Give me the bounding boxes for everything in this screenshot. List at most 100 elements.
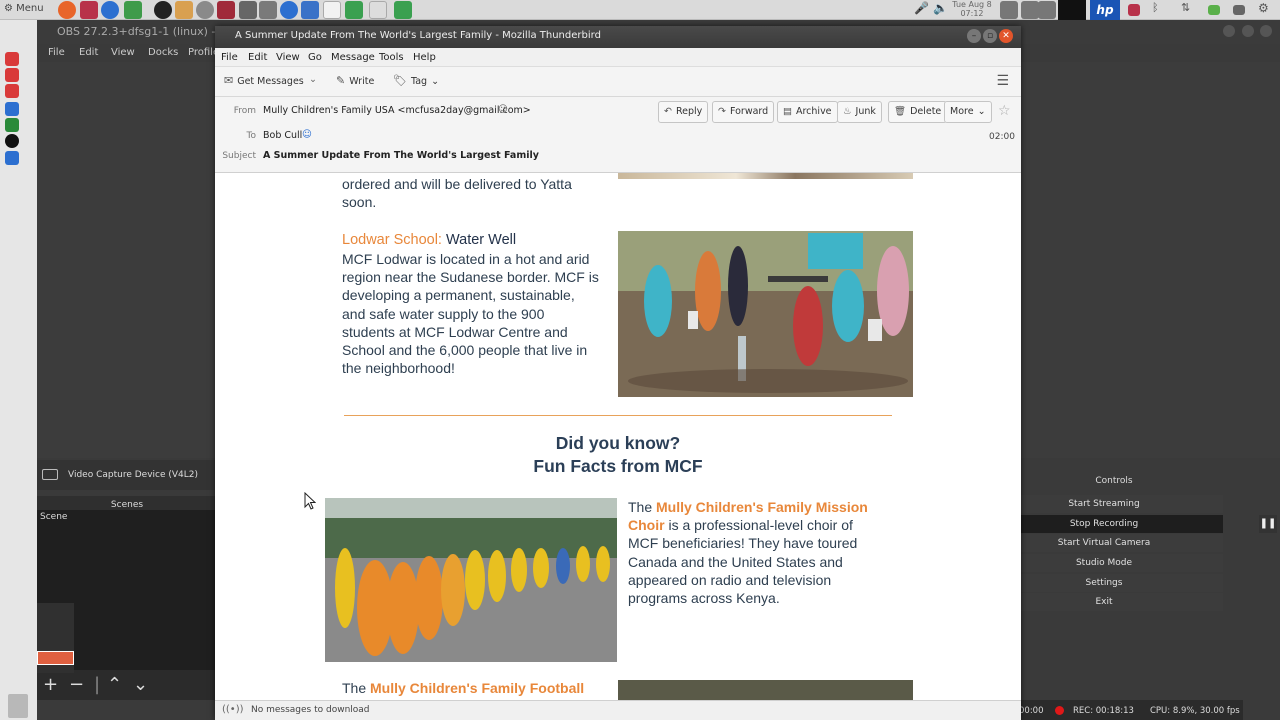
more-button[interactable]: More ⌄ (944, 101, 992, 123)
thunderbird-menubar: File Edit View Go Message Tools Help (215, 48, 1021, 67)
spreadsheet-launcher-icon[interactable] (345, 1, 363, 19)
text-editor-launcher-icon[interactable] (323, 1, 341, 19)
dock-app-icon[interactable] (5, 52, 19, 66)
tray-icon[interactable] (1000, 1, 1018, 19)
settings-gear-icon[interactable]: ⚙ (1258, 1, 1276, 19)
forward-button[interactable]: ↷ Forward (712, 101, 775, 123)
menu-message[interactable]: Message (331, 52, 375, 63)
forward-icon: ↷ (718, 106, 726, 117)
move-up-button[interactable]: ⌃ (107, 674, 122, 695)
document-launcher-icon[interactable] (301, 1, 319, 19)
firefox-launcher-icon[interactable] (58, 1, 76, 19)
thunderbird-launcher-icon[interactable] (101, 1, 119, 19)
obs-launcher-icon[interactable] (154, 1, 172, 19)
pause-recording-button[interactable]: ❚❚ (1259, 515, 1277, 533)
menu-view[interactable]: View (276, 52, 300, 63)
dock-app-icon[interactable] (5, 102, 19, 116)
junk-button[interactable]: ♨ Junk (837, 101, 882, 123)
camera-icon (42, 469, 58, 480)
microphone-icon[interactable]: 🎤 (914, 1, 932, 19)
live-timer: 00:00 (1019, 706, 1044, 716)
app-launcher-icon[interactable] (80, 1, 98, 19)
dock-app-icon[interactable] (5, 68, 19, 82)
maximize-icon[interactable]: ▫ (983, 29, 997, 43)
system-clock[interactable]: Tue Aug 8 07:12 (952, 0, 992, 18)
contact-icon[interactable]: ☺ (498, 104, 508, 115)
obs-menu-file[interactable]: File (48, 47, 65, 58)
archive-button[interactable]: ▤ Archive (777, 101, 838, 123)
move-down-button[interactable]: ⌄ (133, 674, 148, 695)
chevron-down-icon: ⌄ (977, 106, 986, 117)
thunderbird-title-bar: A Summer Update From The World's Largest… (215, 26, 1021, 48)
app-launcher-icon[interactable] (217, 1, 235, 19)
maximize-icon[interactable] (1241, 25, 1254, 37)
menu-go[interactable]: Go (308, 52, 322, 63)
dock-obs-icon[interactable] (5, 134, 19, 148)
dock-thunderbird-icon[interactable] (5, 151, 19, 165)
recording-dot-icon (1055, 706, 1064, 715)
section-divider (344, 415, 892, 416)
get-messages-dropdown[interactable]: ⌄ (309, 74, 317, 85)
from-value[interactable]: Mully Children's Family USA <mcfusa2day@… (263, 105, 531, 116)
from-label: From (233, 106, 256, 116)
app-launcher-icon[interactable] (196, 1, 214, 19)
cpu-usage: CPU: 8.9%, 30.00 fps (1150, 706, 1240, 716)
display-icon[interactable] (1233, 5, 1245, 15)
contact-icon[interactable]: ☺ (302, 129, 312, 140)
obs-tray-icon[interactable] (1058, 0, 1086, 20)
did-you-know-heading: Did you know? Fun Facts from MCF (533, 433, 703, 476)
minimize-icon[interactable] (1223, 25, 1235, 37)
write-button[interactable]: ✎ Write (336, 74, 374, 87)
help-launcher-icon[interactable] (280, 1, 298, 19)
system-top-panel: ⚙ Menu 🎤 🔈 Tue Aug 8 07:12 hp ᛒ ⇅ ⚙ (0, 0, 1280, 20)
printer-launcher-icon[interactable] (369, 1, 387, 19)
menu-tools[interactable]: Tools (379, 52, 404, 63)
to-value[interactable]: Bob Cull (263, 130, 302, 141)
dock-app-icon[interactable] (5, 118, 19, 132)
obs-menu-docks[interactable]: Docks (148, 47, 178, 58)
star-icon[interactable]: ☆ (998, 103, 1011, 119)
water-well-photo (618, 231, 913, 397)
obs-menu-view[interactable]: View (111, 47, 135, 58)
get-messages-button[interactable]: ✉ Get Messages (224, 74, 304, 87)
app-menu-icon[interactable]: ☰ (996, 73, 1009, 89)
trash-icon[interactable] (8, 694, 28, 718)
close-icon[interactable]: ✕ (999, 29, 1013, 43)
system-menu-button[interactable]: ⚙ Menu (4, 3, 44, 14)
source-toolbar: Video Capture Device (V4L2) (37, 460, 217, 490)
message-header: From Mully Children's Family USA <mcfusa… (215, 97, 1021, 173)
menu-file[interactable]: File (221, 52, 238, 63)
message-body: ordered and will be delivered to Yatta s… (215, 173, 1021, 700)
spreadsheet-launcher-icon[interactable] (394, 1, 412, 19)
battery-icon[interactable] (1208, 5, 1220, 15)
remove-scene-button[interactable]: − (69, 674, 84, 695)
minimize-icon[interactable]: – (967, 29, 981, 43)
water-well-photo-art (618, 231, 913, 397)
tag-button[interactable]: 🏷 Tag ⌄ (393, 74, 439, 87)
source-name: Video Capture Device (V4L2) (68, 470, 199, 480)
message-time: 02:00 (989, 132, 1015, 142)
add-scene-button[interactable]: + (43, 674, 58, 695)
delete-button[interactable]: 🗑 Delete (888, 101, 948, 123)
volume-icon[interactable]: 🔈 (933, 1, 951, 19)
camera-launcher-icon[interactable] (259, 1, 277, 19)
dock-app-icon[interactable] (5, 84, 19, 98)
close-icon[interactable] (1260, 25, 1272, 37)
tray-icon[interactable] (1021, 1, 1039, 19)
bluetooth-icon[interactable]: ᛒ (1152, 1, 1170, 19)
obs-menu-edit[interactable]: Edit (79, 47, 98, 58)
tag-icon: 🏷 (393, 74, 407, 87)
menu-help[interactable]: Help (413, 52, 436, 63)
previous-section-photo (618, 173, 913, 179)
scene-item[interactable]: Scene (40, 512, 67, 522)
app-launcher-icon[interactable] (124, 1, 142, 19)
app-launcher-icon[interactable] (239, 1, 257, 19)
controls-header: Controls (1095, 476, 1133, 486)
menu-edit[interactable]: Edit (248, 52, 267, 63)
tray-icon[interactable] (1038, 1, 1056, 19)
network-icon[interactable]: ⇅ (1181, 1, 1199, 19)
app-launcher-icon[interactable] (175, 1, 193, 19)
hp-tray-icon[interactable]: hp (1090, 0, 1120, 20)
reply-button[interactable]: ↶ Reply (658, 101, 709, 123)
tray-icon[interactable] (1128, 4, 1140, 16)
